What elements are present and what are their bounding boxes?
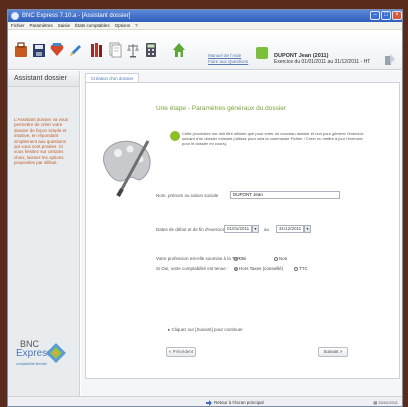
bnc-express-logo: BNC Express comptabilité libérale	[16, 340, 72, 380]
menu-saisie[interactable]: Saisie	[58, 22, 70, 29]
home-icon[interactable]	[172, 42, 186, 58]
compta-ht-label: Hors Taxes (conseillé)	[239, 266, 284, 271]
app-window: BNC Express 7.10.a - [Assistant dossier]…	[7, 9, 403, 407]
compta-ttc-label: TTC	[299, 266, 308, 271]
menu-parametres[interactable]: Paramètres	[30, 22, 53, 29]
pen-icon[interactable]	[68, 42, 82, 58]
radio-selected-icon	[234, 266, 238, 271]
status-date-value: 26/02/2011	[378, 400, 398, 405]
sidebar-help-text: L'Assistant dossier va vous permettre de…	[14, 117, 69, 166]
main-area: Création d'un dossier Une étape - Paramè…	[81, 71, 402, 396]
tva-label: Votre profession est-elle soumise à la T…	[156, 256, 244, 261]
start-date-field[interactable]: 01/01/2011	[224, 225, 252, 233]
info-check-icon	[170, 131, 180, 141]
continue-hint: ▸ Cliquez sur [Suivant] pour continuer	[168, 327, 243, 333]
heart-icon[interactable]	[50, 42, 64, 58]
previous-button[interactable]: < Précédent	[166, 347, 196, 357]
current-dossier: DUPONT Jean (2011) Exercice du 01/01/201…	[274, 53, 370, 65]
info-text: Cette procédure me doit être utilisée qu…	[182, 131, 364, 146]
date-separator: au	[264, 227, 270, 232]
logo-subtitle: comptabilité libérale	[16, 362, 47, 366]
wizard-panel: Une étape - Paramètres généraux du dossi…	[85, 82, 400, 379]
calculator-icon[interactable]	[144, 42, 158, 58]
minimize-button[interactable]: –	[370, 11, 380, 20]
back-to-main-link[interactable]: Retour à l'écran principal	[214, 400, 264, 406]
scale-icon[interactable]	[126, 42, 140, 58]
back-arrow-icon	[206, 400, 212, 406]
next-button[interactable]: Suivant >	[318, 347, 348, 357]
tva-yes-label: Oui	[239, 256, 247, 261]
radio-unselected-icon	[294, 266, 298, 271]
books-icon[interactable]	[90, 42, 104, 58]
start-date-picker-button[interactable]: ▾	[252, 225, 259, 233]
dates-label: Dates de début et de fin d'exercice	[156, 227, 226, 232]
menu-fichier[interactable]: Fichier	[11, 22, 25, 29]
app-icon	[11, 12, 19, 20]
tab-creation-dossier[interactable]: Création d'un dossier	[85, 73, 140, 82]
logo-diamond-icon	[46, 343, 66, 363]
radio-unselected-icon	[274, 256, 278, 261]
compta-label: Si Oui, votre comptabilité est tenue :	[156, 266, 229, 271]
tva-no-label: Non	[279, 256, 288, 261]
documents-icon[interactable]	[108, 42, 122, 58]
close-window-button[interactable]: ×	[392, 11, 402, 20]
name-field[interactable]: DUPONT Jean	[230, 191, 340, 199]
step-title: Une étape - Paramètres généraux du dossi…	[156, 105, 287, 112]
radio-selected-icon	[234, 256, 238, 261]
help-links: Manuel de l'Aide Foire aux Questions	[208, 53, 248, 65]
menu-help[interactable]: ?	[135, 22, 138, 29]
tva-no-radio[interactable]: Non	[274, 256, 287, 262]
save-icon[interactable]	[32, 42, 46, 58]
status-date: ▦ 26/02/2011	[373, 400, 398, 406]
continue-text: Cliquez sur [Suivant] pour continuer	[171, 327, 243, 332]
footer-bar: Retour à l'écran principal ▦ 26/02/2011	[8, 396, 402, 406]
dossier-exercise: Exercice du 01/01/2011 au 31/12/2011 - H…	[274, 59, 371, 65]
sidebar: Assistant dossier L'Assistant dossier va…	[8, 71, 80, 396]
end-date-field[interactable]: 31/12/2011	[276, 225, 304, 233]
sidebar-title: Assistant dossier	[8, 71, 79, 87]
name-label: Nom, prénom ou raison sociale	[156, 193, 219, 198]
window-controls: – □ ×	[370, 11, 402, 20]
tva-yes-radio[interactable]: Oui	[234, 256, 246, 262]
menu-bar: Fichier Paramètres Saisie États comptabl…	[8, 22, 402, 30]
title-bar: BNC Express 7.10.a - [Assistant dossier]…	[8, 10, 402, 22]
menu-options[interactable]: Options	[115, 22, 131, 29]
bag-icon[interactable]	[14, 42, 28, 58]
end-date-picker-button[interactable]: ▾	[304, 225, 311, 233]
window-title: BNC Express 7.10.a - [Assistant dossier]	[22, 13, 131, 19]
compta-ttc-radio[interactable]: TTC	[294, 266, 308, 272]
menu-etats-comptables[interactable]: États comptables	[75, 22, 110, 29]
faq-link[interactable]: Foire aux Questions	[208, 59, 248, 65]
maximize-button[interactable]: □	[381, 11, 391, 20]
user-folder-icon	[256, 47, 268, 59]
palette-icon	[103, 140, 151, 197]
quit-icon[interactable]	[384, 52, 396, 66]
compta-ht-radio[interactable]: Hors Taxes (conseillé)	[234, 266, 283, 272]
toolbar: Manuel de l'Aide Foire aux Questions DUP…	[8, 30, 402, 70]
